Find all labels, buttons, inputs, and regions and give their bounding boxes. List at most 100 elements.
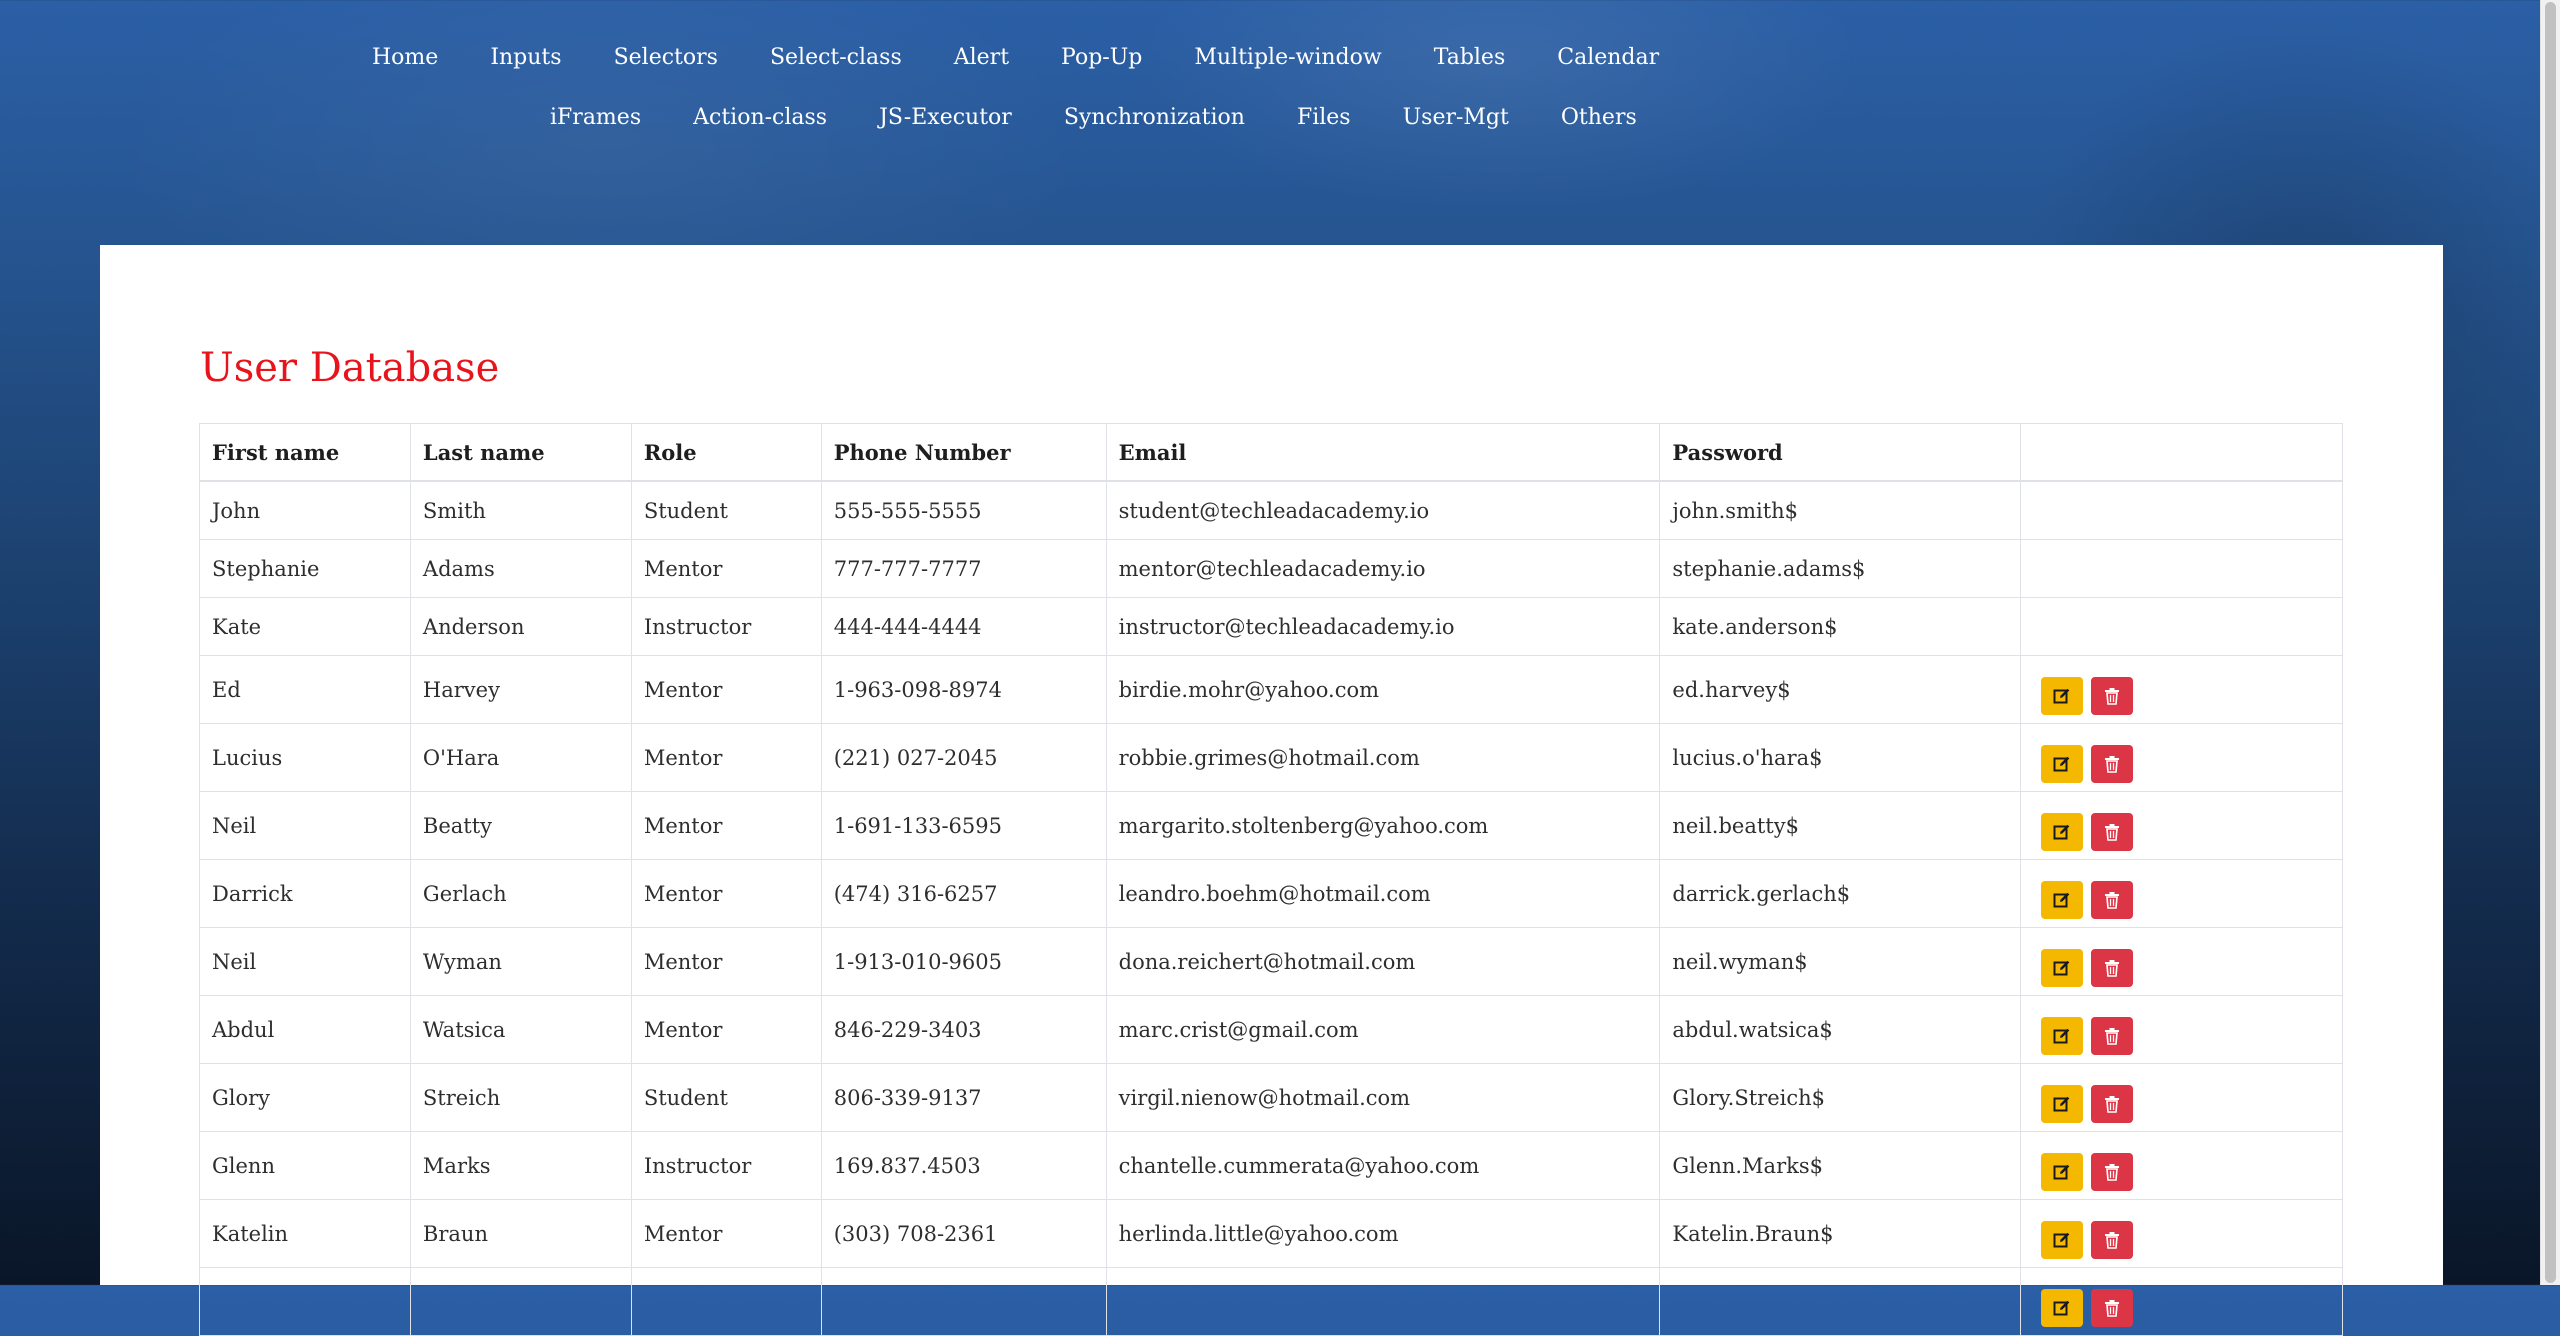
password-cell: lucius.o'hara$ [1659, 723, 2022, 792]
delete-button[interactable] [2091, 1152, 2134, 1191]
actions-cell [2020, 1131, 2343, 1200]
table-row: Lucius O'Hara Mentor (221) 027-2045 robbie.g… [199, 723, 2343, 792]
nav-link-others[interactable]: Others [1561, 103, 1637, 133]
email-cell: student@techleadacademy.io [1105, 480, 1661, 540]
nav-link-user-mgt[interactable]: User-Mgt [1403, 103, 1509, 133]
role-cell: Mentor [630, 859, 822, 928]
edit-button[interactable] [2041, 948, 2084, 987]
vertical-scrollbar[interactable] [2540, 0, 2560, 1285]
delete-button[interactable] [2091, 812, 2134, 851]
last-name-cell: Harvey [409, 655, 632, 724]
email-cell: leandro.boehm@hotmail.com [1105, 859, 1661, 928]
email-cell: instructor@techleadacademy.io [1105, 597, 1661, 656]
nav-link-tables[interactable]: Tables [1434, 43, 1506, 73]
scrollbar-thumb[interactable] [2545, 2, 2556, 1283]
phone-cell: (221) 027-2045 [820, 723, 1107, 792]
edit-button[interactable] [2041, 880, 2084, 919]
first-name-cell: John [199, 480, 411, 540]
last-name-cell: Smith [409, 480, 632, 540]
first-name-cell: Katelin [199, 1199, 411, 1268]
nav-link-inputs[interactable]: Inputs [490, 43, 561, 73]
column-header-phone-number: Phone Number [820, 423, 1107, 482]
nav-link-alert[interactable]: Alert [954, 43, 1009, 73]
user-table: First name Last name Role Phone Number Email… [199, 423, 2343, 1336]
email-cell: birdie.mohr@yahoo.com [1105, 655, 1661, 724]
delete-button[interactable] [2091, 880, 2134, 919]
password-cell: Glory.Streich$ [1659, 1063, 2022, 1132]
top-navigation: Home Inputs Selectors Select-class Alert Pop-… [0, 0, 2540, 240]
first-name-cell: Ed [199, 655, 411, 724]
email-cell [1105, 1267, 1661, 1336]
password-cell [1659, 1267, 2022, 1336]
delete-button[interactable] [2091, 1288, 2134, 1327]
email-cell: herlinda.little@yahoo.com [1105, 1199, 1661, 1268]
delete-button[interactable] [2091, 676, 2134, 715]
nav-link-home[interactable]: Home [372, 43, 438, 73]
first-name-cell: Darrick [199, 859, 411, 928]
email-cell: virgil.nienow@hotmail.com [1105, 1063, 1661, 1132]
last-name-cell: Braun [409, 1199, 632, 1268]
table-row: John Smith Student 555-555-5555 student@tech… [199, 480, 2343, 540]
last-name-cell: Beatty [409, 791, 632, 860]
email-cell: robbie.grimes@hotmail.com [1105, 723, 1661, 792]
table-row: Neil Wyman Mentor 1-913-010-9605 dona.reiche… [199, 927, 2343, 996]
role-cell: Mentor [630, 539, 822, 598]
first-name-cell: Abdul [199, 995, 411, 1064]
table-row: Abdul Watsica Mentor 846-229-3403 marc.crist… [199, 995, 2343, 1064]
password-cell: john.smith$ [1659, 480, 2022, 540]
delete-button[interactable] [2091, 948, 2134, 987]
first-name-cell: Neil [199, 927, 411, 996]
role-cell: Mentor [630, 791, 822, 860]
password-cell: darrick.gerlach$ [1659, 859, 2022, 928]
nav-link-calendar[interactable]: Calendar [1557, 43, 1659, 73]
nav-link-action-class[interactable]: Action-class [693, 103, 827, 133]
phone-cell [820, 1267, 1107, 1336]
table-row: Kate Anderson Instructor 444-444-4444 instru… [199, 597, 2343, 656]
edit-button[interactable] [2041, 744, 2084, 783]
page-title: User Database [200, 345, 500, 391]
actions-cell [2020, 480, 2343, 540]
role-cell: Mentor [630, 655, 822, 724]
nav-row-secondary: iFrames Action-class JS-Executor Synchroniz… [550, 103, 1637, 133]
edit-button[interactable] [2041, 1152, 2084, 1191]
nav-link-iframes[interactable]: iFrames [550, 103, 641, 133]
nav-link-files[interactable]: Files [1297, 103, 1351, 133]
email-cell: dona.reichert@hotmail.com [1105, 927, 1661, 996]
column-header-actions [2020, 423, 2343, 482]
last-name-cell: Marks [409, 1131, 632, 1200]
delete-button[interactable] [2091, 1220, 2134, 1259]
phone-cell: 1-963-098-8974 [820, 655, 1107, 724]
column-header-email: Email [1105, 423, 1661, 482]
edit-button[interactable] [2041, 1084, 2084, 1123]
table-row [199, 1267, 2343, 1336]
phone-cell: 777-777-7777 [820, 539, 1107, 598]
role-cell: Student [630, 480, 822, 540]
edit-button[interactable] [2041, 812, 2084, 851]
delete-button[interactable] [2091, 744, 2134, 783]
email-cell: margarito.stoltenberg@yahoo.com [1105, 791, 1661, 860]
delete-button[interactable] [2091, 1016, 2134, 1055]
edit-button[interactable] [2041, 1016, 2084, 1055]
nav-link-js-executor[interactable]: JS-Executor [879, 103, 1012, 133]
role-cell: Instructor [630, 597, 822, 656]
edit-button[interactable] [2041, 1220, 2084, 1259]
last-name-cell: Streich [409, 1063, 632, 1132]
edit-button[interactable] [2041, 1288, 2084, 1327]
nav-link-pop-up[interactable]: Pop-Up [1061, 43, 1142, 73]
table-row: Ed Harvey Mentor 1-963-098-8974 birdie.mohr@… [199, 655, 2343, 724]
password-cell: stephanie.adams$ [1659, 539, 2022, 598]
actions-cell [2020, 927, 2343, 996]
table-row: Glory Streich Student 806-339-9137 virgil.ni… [199, 1063, 2343, 1132]
edit-button[interactable] [2041, 676, 2084, 715]
actions-cell [2020, 723, 2343, 792]
nav-link-multiple-window[interactable]: Multiple-window [1194, 43, 1381, 73]
last-name-cell: Wyman [409, 927, 632, 996]
nav-link-synchronization[interactable]: Synchronization [1064, 103, 1245, 133]
delete-button[interactable] [2091, 1084, 2134, 1123]
last-name-cell: O'Hara [409, 723, 632, 792]
role-cell: Mentor [630, 723, 822, 792]
email-cell: mentor@techleadacademy.io [1105, 539, 1661, 598]
nav-link-select-class[interactable]: Select-class [770, 43, 902, 73]
nav-link-selectors[interactable]: Selectors [614, 43, 718, 73]
role-cell [630, 1267, 822, 1336]
